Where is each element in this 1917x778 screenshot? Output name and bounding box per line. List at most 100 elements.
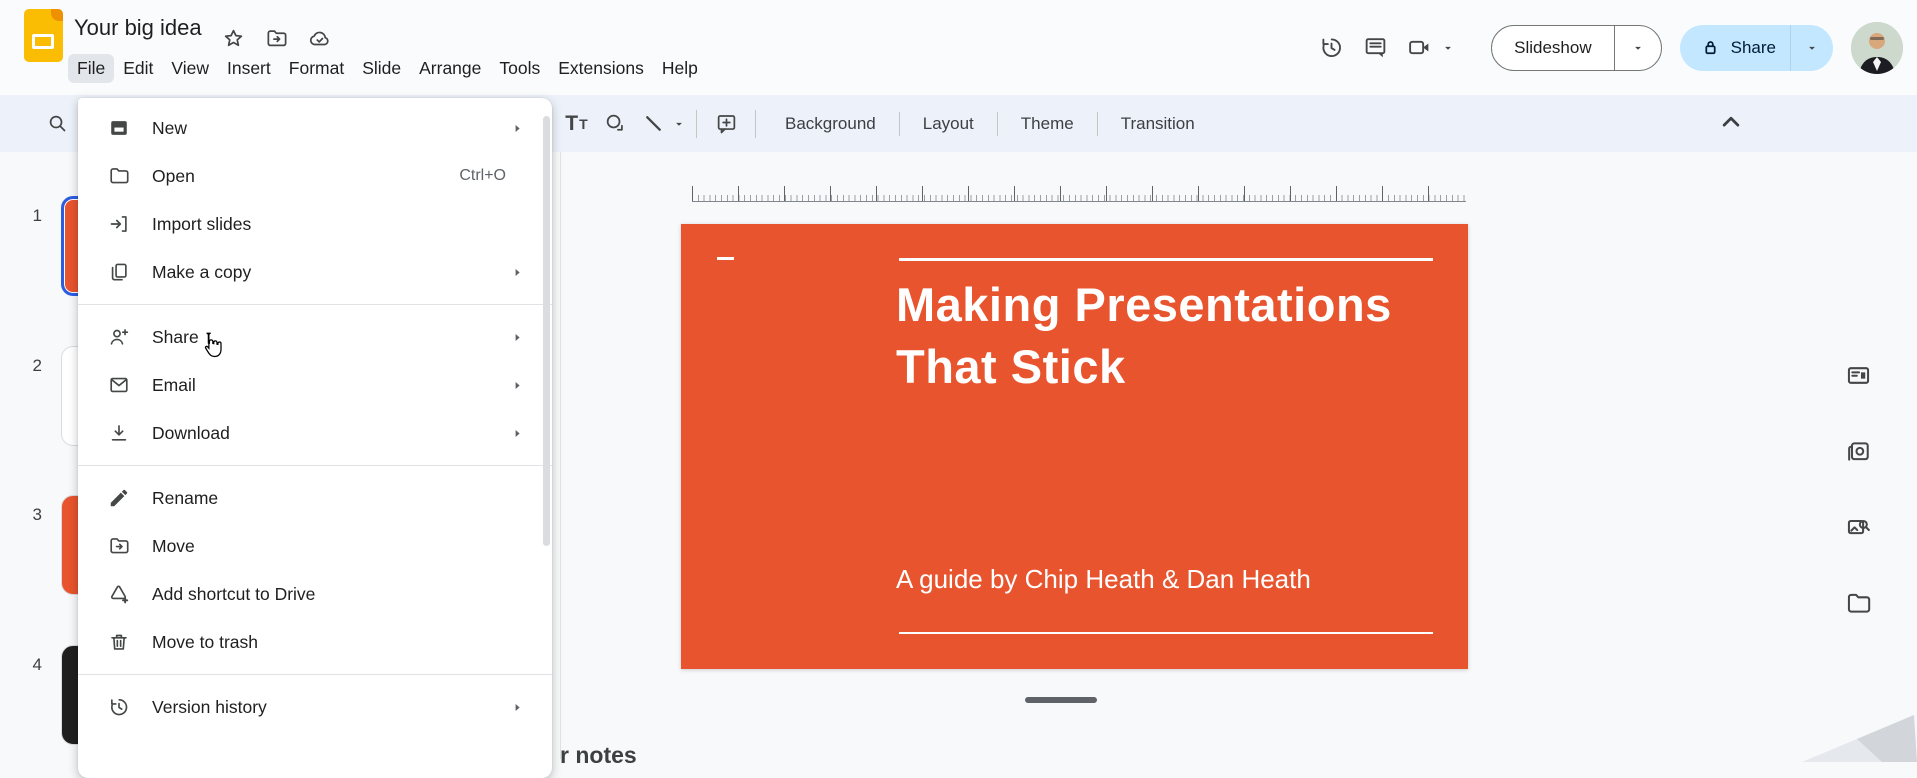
toolbar-divider bbox=[997, 112, 998, 136]
slide-title-text[interactable]: Making Presentations That Stick bbox=[896, 274, 1456, 398]
menu-item-label: Email bbox=[152, 375, 511, 396]
menu-view[interactable]: View bbox=[162, 54, 218, 83]
menu-extensions[interactable]: Extensions bbox=[549, 54, 653, 83]
side-panel bbox=[1840, 357, 1876, 621]
menu-tools[interactable]: Tools bbox=[490, 54, 549, 83]
slide-number: 2 bbox=[20, 356, 42, 376]
file-menu-item-move-to-trash[interactable]: Move to trash bbox=[78, 618, 552, 666]
slideshow-label: Slideshow bbox=[1514, 38, 1592, 58]
download-icon bbox=[108, 422, 130, 444]
import-icon bbox=[108, 213, 130, 235]
horizontal-scrollbar-thumb[interactable] bbox=[1025, 697, 1097, 703]
file-menu-item-download[interactable]: Download bbox=[78, 409, 552, 457]
application-header: Your big idea FileEditViewInsertFormatSl… bbox=[0, 0, 1917, 95]
version-history-icon[interactable] bbox=[1309, 26, 1353, 70]
menu-arrange[interactable]: Arrange bbox=[410, 54, 490, 83]
move-folder-icon[interactable] bbox=[265, 27, 288, 55]
hide-menus-button[interactable] bbox=[1716, 107, 1746, 142]
menu-item-label: Add shortcut to Drive bbox=[152, 584, 530, 605]
share-caret-button[interactable] bbox=[1791, 41, 1833, 55]
comments-icon[interactable] bbox=[1353, 26, 1397, 70]
shape-icon[interactable] bbox=[596, 105, 634, 143]
search-menus-icon[interactable] bbox=[38, 104, 76, 142]
toolbar-divider bbox=[899, 112, 900, 136]
line-icon[interactable] bbox=[634, 105, 672, 143]
slide-subtitle-text[interactable]: A guide by Chip Heath & Dan Heath bbox=[896, 564, 1456, 595]
open-folder-icon bbox=[108, 165, 130, 187]
background-button[interactable]: Background bbox=[772, 107, 889, 141]
layout-button[interactable]: Layout bbox=[910, 107, 987, 141]
slide-number: 3 bbox=[20, 505, 42, 525]
menu-item-label: New bbox=[152, 118, 511, 139]
menu-item-shortcut: Ctrl+O bbox=[459, 167, 506, 185]
share-split-button: Share bbox=[1680, 25, 1833, 71]
menu-file[interactable]: File bbox=[68, 54, 114, 83]
file-menu-item-new[interactable]: New bbox=[78, 104, 552, 152]
drive-add-icon bbox=[108, 583, 130, 605]
submenu-arrow-icon bbox=[511, 379, 524, 392]
folder-icon[interactable] bbox=[1840, 585, 1876, 621]
text-box-icon[interactable]: TT bbox=[558, 105, 596, 143]
account-avatar[interactable] bbox=[1851, 22, 1903, 74]
version-history-icon bbox=[108, 696, 130, 718]
line-caret-icon[interactable] bbox=[672, 117, 686, 131]
submenu-arrow-icon bbox=[511, 427, 524, 440]
menu-item-label: Version history bbox=[152, 697, 511, 718]
slide-bottom-rule bbox=[899, 632, 1433, 634]
share-button[interactable]: Share bbox=[1680, 25, 1790, 71]
menu-item-label: Import slides bbox=[152, 214, 530, 235]
move-folder-icon bbox=[108, 535, 130, 557]
lock-icon bbox=[1700, 37, 1721, 58]
menu-format[interactable]: Format bbox=[280, 54, 353, 83]
file-menu-item-move[interactable]: Move bbox=[78, 522, 552, 570]
card-icon[interactable] bbox=[1840, 357, 1876, 393]
meet-videocam-icon[interactable] bbox=[1397, 26, 1441, 70]
slideshow-button[interactable]: Slideshow bbox=[1492, 26, 1615, 70]
file-menu-item-make-a-copy[interactable]: Make a copy bbox=[78, 248, 552, 296]
theme-button[interactable]: Theme bbox=[1008, 107, 1087, 141]
toolbar-divider bbox=[1097, 112, 1098, 136]
file-menu-item-open[interactable]: OpenCtrl+O bbox=[78, 152, 552, 200]
file-menu-item-email[interactable]: Email bbox=[78, 361, 552, 409]
toolbar-divider bbox=[696, 110, 697, 138]
copy-icon bbox=[108, 261, 130, 283]
chevron-down-icon bbox=[1805, 41, 1819, 55]
videocam-caret-icon[interactable] bbox=[1441, 41, 1455, 55]
file-menu-scrollbar[interactable] bbox=[543, 116, 550, 546]
menu-item-label: Download bbox=[152, 423, 511, 444]
person-add-icon bbox=[108, 326, 130, 348]
file-menu-item-add-shortcut-to-drive[interactable]: Add shortcut to Drive bbox=[78, 570, 552, 618]
email-icon bbox=[108, 374, 130, 396]
menu-item-label: Move to trash bbox=[152, 632, 530, 653]
slide-canvas[interactable]: Making Presentations That Stick A guide … bbox=[681, 224, 1468, 669]
menu-item-label: Open bbox=[152, 166, 459, 187]
add-comment-icon[interactable] bbox=[707, 105, 745, 143]
menu-bar: FileEditViewInsertFormatSlideArrangeTool… bbox=[68, 54, 707, 83]
file-menu-item-version-history[interactable]: Version history bbox=[78, 683, 552, 731]
image-search-icon[interactable] bbox=[1840, 509, 1876, 545]
new-slide-icon bbox=[108, 117, 130, 139]
transition-button[interactable]: Transition bbox=[1108, 107, 1208, 141]
document-title[interactable]: Your big idea bbox=[74, 15, 202, 41]
slide-dash-decoration bbox=[717, 257, 734, 260]
file-menu-item-share[interactable]: Share bbox=[78, 313, 552, 361]
menu-insert[interactable]: Insert bbox=[218, 54, 280, 83]
slide-number: 1 bbox=[20, 206, 42, 226]
file-menu-item-rename[interactable]: Rename bbox=[78, 474, 552, 522]
menu-edit[interactable]: Edit bbox=[114, 54, 162, 83]
submenu-arrow-icon bbox=[511, 122, 524, 135]
slideshow-caret-button[interactable] bbox=[1615, 41, 1661, 55]
star-icon[interactable] bbox=[222, 27, 245, 55]
slides-logo[interactable] bbox=[24, 9, 63, 62]
trash-icon bbox=[108, 631, 130, 653]
horizontal-ruler[interactable] bbox=[692, 186, 1466, 202]
menu-item-label: Rename bbox=[152, 488, 530, 509]
cloud-check-icon[interactable] bbox=[308, 27, 331, 55]
file-menu-item-import-slides[interactable]: Import slides bbox=[78, 200, 552, 248]
menu-separator bbox=[78, 674, 552, 675]
menu-slide[interactable]: Slide bbox=[353, 54, 410, 83]
share-label: Share bbox=[1731, 38, 1776, 58]
photos-icon[interactable] bbox=[1840, 433, 1876, 469]
menu-help[interactable]: Help bbox=[653, 54, 707, 83]
menu-item-label: Move bbox=[152, 536, 530, 557]
